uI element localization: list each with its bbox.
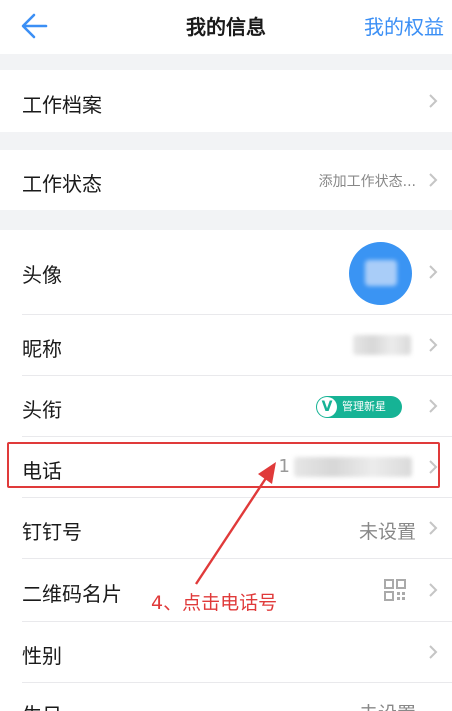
annotation-text: 4、点击电话号 bbox=[151, 592, 278, 614]
